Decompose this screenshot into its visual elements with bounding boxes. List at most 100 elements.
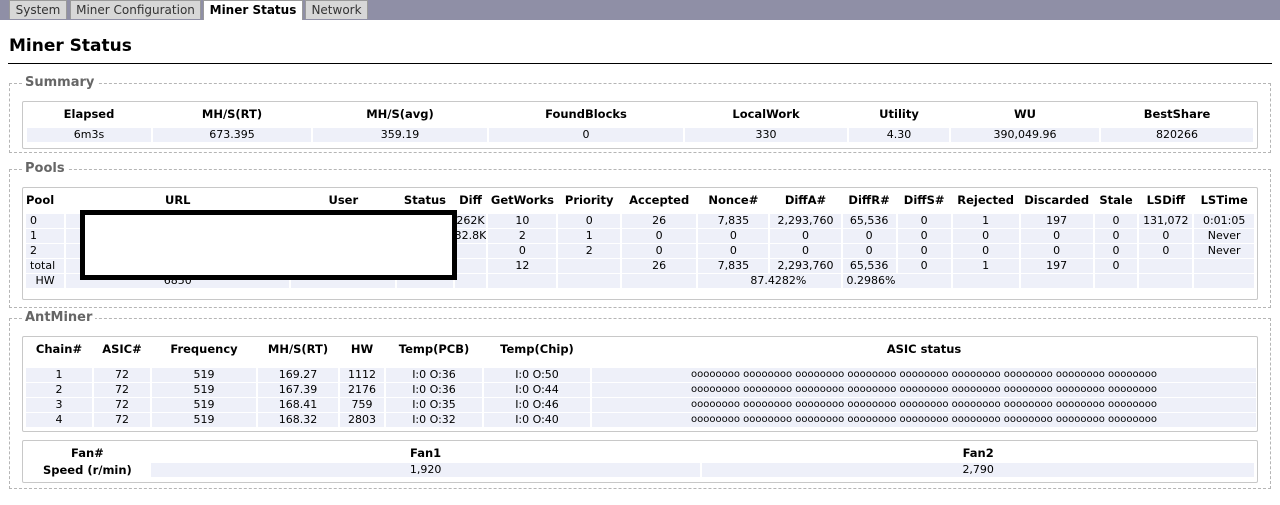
fans-header-fan: Fan# <box>71 446 104 460</box>
pool-cell: 0 <box>842 229 896 243</box>
pools-hw-nonce-pct: 87.4282% <box>698 274 841 288</box>
chains-header-asic: ASIC# <box>102 342 142 356</box>
pool-cell: 7,835 <box>698 214 769 228</box>
summary-elapsed: 6m3s <box>27 128 151 142</box>
pool-cell: 0 <box>698 229 769 243</box>
summary-localwork: 330 <box>685 128 847 142</box>
fans-speed-label: Speed (r/min) <box>42 463 132 477</box>
pool-cell <box>454 259 487 273</box>
chain-cell: 72 <box>94 398 150 412</box>
pool-cell: 0 <box>1094 259 1138 273</box>
chains-panel: Chain# ASIC# Frequency MH/S(RT) HW Temp(… <box>22 336 1258 432</box>
asic-status-cell: oooooooo oooooooo oooooooo oooooooo oooo… <box>592 398 1256 412</box>
chain-cell: 2803 <box>340 413 384 427</box>
chain-cell: I:0 O:50 <box>484 368 590 382</box>
chains-header-frequency: Frequency <box>170 342 238 356</box>
chains-header-mhs-rt: MH/S(RT) <box>267 342 329 356</box>
fan2-speed: 2,790 <box>702 463 1254 477</box>
tab-bar: System Miner Configuration Miner Status … <box>0 0 1280 20</box>
chain-cell: 3 <box>26 398 92 412</box>
chain-cell: I:0 O:36 <box>386 368 482 382</box>
pool-cell: 0 <box>1020 229 1093 243</box>
pool-cell <box>1194 259 1254 273</box>
summary-bestshare: 820266 <box>1101 128 1253 142</box>
chain-cell: 168.41 <box>258 398 338 412</box>
pool-cell: 197 <box>1020 214 1093 228</box>
tab-miner-configuration[interactable]: Miner Configuration <box>70 0 201 19</box>
pool-cell: 1 <box>952 214 1019 228</box>
pools-header-accepted: Accepted <box>629 193 690 207</box>
chain-cell: 4 <box>26 413 92 427</box>
pool-cell: 0 <box>770 229 841 243</box>
pool-cell: 32.8K <box>454 229 487 243</box>
chain-cell: I:0 O:46 <box>484 398 590 412</box>
pools-header-discarded: Discarded <box>1024 193 1090 207</box>
fans-panel: Fan# Fan1 Fan2 Speed (r/min) 1,920 2,790 <box>22 440 1258 483</box>
summary-foundblocks: 0 <box>489 128 683 142</box>
pool-cell: 131,072 <box>1139 214 1193 228</box>
chain-cell: 519 <box>152 413 256 427</box>
pool-cell: 2 <box>558 244 620 258</box>
chain-cell: I:0 O:35 <box>386 398 482 412</box>
chain-row: 2 72 519 167.39 2176 I:0 O:36 I:0 O:44 oooooooo… <box>26 383 1256 397</box>
fans-speed-row: Speed (r/min) 1,920 2,790 <box>26 463 1254 477</box>
pool-cell: 7,835 <box>698 259 769 273</box>
pool-cell: 1 <box>558 229 620 243</box>
chain-cell: 168.32 <box>258 413 338 427</box>
pool-cell: 26 <box>622 214 697 228</box>
chain-cell: 759 <box>340 398 384 412</box>
pools-header-diffr: DiffR# <box>848 193 890 207</box>
summary-wu: 390,049.96 <box>951 128 1099 142</box>
page-title: Miner Status <box>9 36 132 56</box>
chain-cell: 72 <box>94 368 150 382</box>
summary-header-localwork: LocalWork <box>732 107 800 121</box>
fan1-speed: 1,920 <box>150 463 701 477</box>
chain-cell: 2 <box>26 383 92 397</box>
redaction-box <box>80 210 457 280</box>
pool-cell <box>1139 259 1193 273</box>
pool-cell: 0 <box>1139 244 1193 258</box>
pool-cell: 0 <box>1094 229 1138 243</box>
summary-header-mhs-avg: MH/S(avg) <box>366 107 434 121</box>
pool-cell <box>454 244 487 258</box>
pool-cell: 262K <box>454 214 487 228</box>
pools-header-url: URL <box>164 193 191 207</box>
tab-network[interactable]: Network <box>305 0 368 19</box>
pools-header-lstime: LSTime <box>1200 193 1248 207</box>
pools-header-nonce: Nonce# <box>708 193 759 207</box>
summary-header-row: Elapsed MH/S(RT) MH/S(avg) FoundBlocks L… <box>27 105 1253 123</box>
chain-row: 1 72 519 169.27 1112 I:0 O:36 I:0 O:50 oooooooo… <box>26 368 1256 382</box>
chain-cell: I:0 O:36 <box>386 383 482 397</box>
pool-cell: 0 <box>897 244 951 258</box>
title-divider <box>8 63 1272 64</box>
chain-cell: 519 <box>152 398 256 412</box>
chain-cell: I:0 O:32 <box>386 413 482 427</box>
pool-cell: 197 <box>1020 259 1093 273</box>
chains-header-asic-status: ASIC status <box>886 342 962 356</box>
pool-cell: 0 <box>698 244 769 258</box>
fans-table: Fan# Fan1 Fan2 Speed (r/min) 1,920 2,790 <box>24 443 1256 478</box>
chains-header-chain: Chain# <box>35 342 83 356</box>
pool-cell: 0 <box>1094 244 1138 258</box>
summary-header-wu: WU <box>1013 107 1037 121</box>
tab-miner-status[interactable]: Miner Status <box>203 0 303 20</box>
summary-data-row: 6m3s 673.395 359.19 0 330 4.30 390,049.9… <box>27 128 1253 142</box>
summary-header-foundblocks: FoundBlocks <box>545 107 627 121</box>
summary-utility: 4.30 <box>849 128 949 142</box>
pool-cell: 0 <box>897 214 951 228</box>
pool-cell: 1 <box>26 229 65 243</box>
pool-cell: Never <box>1194 244 1254 258</box>
pool-cell: 1 <box>952 259 1019 273</box>
pool-cell <box>558 259 620 273</box>
asic-status-cell: oooooooo oooooooo oooooooo oooooooo oooo… <box>592 368 1256 382</box>
pool-cell: 2,293,760 <box>770 214 841 228</box>
pool-cell: 0 <box>1139 229 1193 243</box>
pool-cell: 2 <box>488 229 557 243</box>
antminer-section: AntMiner Chain# ASIC# Frequency MH/S(RT)… <box>9 309 1271 489</box>
pool-cell: 0 <box>952 229 1019 243</box>
tab-system[interactable]: System <box>9 0 67 19</box>
chains-table: Chain# ASIC# Frequency MH/S(RT) HW Temp(… <box>24 339 1258 428</box>
pool-cell: total <box>26 259 65 273</box>
pool-cell: 0 <box>770 244 841 258</box>
chain-cell: 72 <box>94 413 150 427</box>
